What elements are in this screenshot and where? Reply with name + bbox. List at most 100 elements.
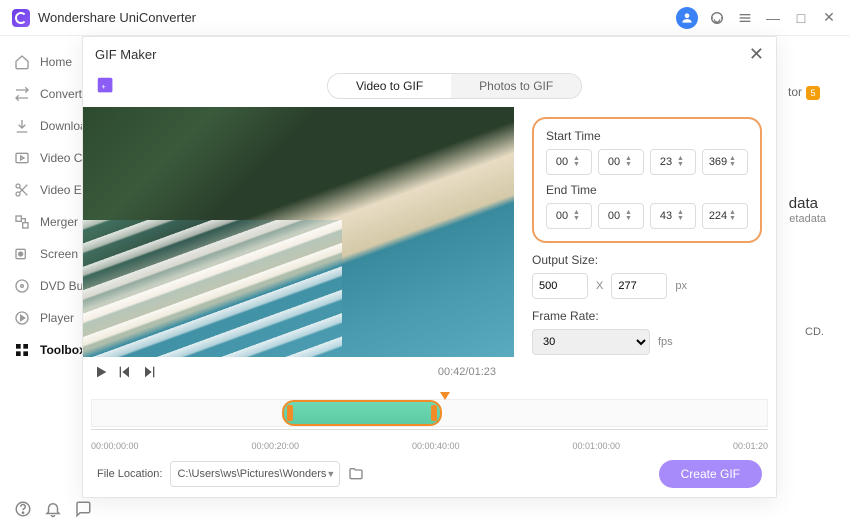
app-logo-icon <box>12 9 30 27</box>
timeline-track[interactable] <box>91 399 768 427</box>
end-seconds-stepper[interactable]: ▲▼ <box>650 203 696 229</box>
chevron-down-icon: ▼ <box>326 469 335 479</box>
minimize-button[interactable]: — <box>764 9 782 27</box>
output-height-input[interactable] <box>611 273 667 299</box>
file-location-select[interactable]: C:\Users\ws\Pictures\Wonders ▼ <box>170 461 340 487</box>
time-range-box: Start Time ▲▼ ▲▼ ▲▼ ▲▼ End Time ▲▼ ▲▼ ▲▼… <box>532 117 762 243</box>
start-time-label: Start Time <box>546 129 748 143</box>
output-size-label: Output Size: <box>532 253 762 267</box>
start-ms-stepper[interactable]: ▲▼ <box>702 149 748 175</box>
start-minutes-input[interactable] <box>603 156 625 168</box>
end-ms-input[interactable] <box>707 210 729 222</box>
disc-icon <box>14 278 30 294</box>
file-location-label: File Location: <box>97 468 162 480</box>
end-ms-stepper[interactable]: ▲▼ <box>702 203 748 229</box>
next-frame-button[interactable] <box>141 364 157 380</box>
create-gif-button[interactable]: Create GIF <box>659 460 762 488</box>
time-counter: 00:42/01:23 <box>438 366 496 378</box>
bg-text-etadata: etadata <box>789 213 826 225</box>
sidebar-item-merger[interactable]: Merger <box>0 206 86 238</box>
bg-text: tor5 <box>788 85 820 100</box>
sidebar-item-label: Toolbox <box>40 343 86 357</box>
end-minutes-stepper[interactable]: ▲▼ <box>598 203 644 229</box>
end-hours-input[interactable] <box>551 210 573 222</box>
titlebar: Wondershare UniConverter — □ ✕ <box>0 0 850 36</box>
convert-icon <box>14 86 30 102</box>
sidebar-item-label: Player <box>40 311 74 325</box>
maximize-button[interactable]: □ <box>792 9 810 27</box>
start-hours-input[interactable] <box>551 156 573 168</box>
output-unit: px <box>675 280 687 292</box>
tick-label: 00:01:00:00 <box>572 441 620 451</box>
menu-icon[interactable] <box>736 9 754 27</box>
frame-rate-select[interactable]: 30 <box>532 329 650 355</box>
app-title: Wondershare UniConverter <box>38 10 676 25</box>
sidebar-item-dvd[interactable]: DVD Burner <box>0 270 86 302</box>
sidebar-item-toolbox[interactable]: Toolbox <box>0 334 86 366</box>
x-separator: X <box>596 280 603 292</box>
start-seconds-stepper[interactable]: ▲▼ <box>650 149 696 175</box>
output-width-input[interactable] <box>532 273 588 299</box>
file-path-text: C:\Users\ws\Pictures\Wonders <box>177 468 326 480</box>
bell-icon[interactable] <box>44 500 62 518</box>
play-icon <box>14 310 30 326</box>
modal-title: GIF Maker <box>95 47 749 62</box>
sidebar-item-compressor[interactable]: Video Compressor <box>0 142 86 174</box>
home-icon <box>14 54 30 70</box>
tick-label: 00:00:20:00 <box>251 441 299 451</box>
play-button[interactable] <box>93 364 109 380</box>
frame-rate-unit: fps <box>658 336 673 348</box>
start-ms-input[interactable] <box>707 156 729 168</box>
frame-rate-label: Frame Rate: <box>532 309 762 323</box>
tab-photos-to-gif[interactable]: Photos to GIF <box>451 74 581 98</box>
bg-text-cd: CD. <box>805 326 824 338</box>
sidebar-item-converter[interactable]: Converter <box>0 78 86 110</box>
selection-start-handle[interactable] <box>287 405 293 421</box>
sidebar-item-downloader[interactable]: Downloader <box>0 110 86 142</box>
count-badge: 5 <box>806 86 820 100</box>
close-icon[interactable]: ✕ <box>749 44 764 65</box>
timeline-selection[interactable] <box>282 400 442 426</box>
tick-label: 00:01:20 <box>733 441 768 451</box>
user-avatar[interactable] <box>676 7 698 29</box>
selection-end-handle[interactable] <box>431 405 437 421</box>
sidebar-item-editor[interactable]: Video Editor <box>0 174 86 206</box>
sidebar-item-player[interactable]: Player <box>0 302 86 334</box>
timeline: 00:00:00:00 00:00:20:00 00:00:40:00 00:0… <box>83 393 776 451</box>
gif-tool-icon: + <box>95 75 117 97</box>
svg-text:+: + <box>101 82 105 91</box>
timeline-ticks: 00:00:00:00 00:00:20:00 00:00:40:00 00:0… <box>91 437 768 451</box>
sidebar-item-recorder[interactable]: Screen Recorder <box>0 238 86 270</box>
gif-maker-modal: GIF Maker ✕ + Video to GIF Photos to GIF <box>82 36 777 498</box>
tick-label: 00:00:00:00 <box>91 441 139 451</box>
close-button[interactable]: ✕ <box>820 9 838 27</box>
end-minutes-input[interactable] <box>603 210 625 222</box>
sidebar: Home Converter Downloader Video Compress… <box>0 36 86 491</box>
merge-icon <box>14 214 30 230</box>
support-icon[interactable] <box>708 9 726 27</box>
sidebar-item-label: Home <box>40 55 72 69</box>
prev-frame-button[interactable] <box>117 364 133 380</box>
start-hours-stepper[interactable]: ▲▼ <box>546 149 592 175</box>
end-seconds-input[interactable] <box>655 210 677 222</box>
open-folder-icon[interactable] <box>348 466 364 482</box>
video-preview[interactable] <box>83 107 514 357</box>
start-minutes-stepper[interactable]: ▲▼ <box>598 149 644 175</box>
grid-icon <box>14 342 30 358</box>
sidebar-item-home[interactable]: Home <box>0 46 86 78</box>
end-hours-stepper[interactable]: ▲▼ <box>546 203 592 229</box>
tick-label: 00:00:40:00 <box>412 441 460 451</box>
tab-video-to-gif[interactable]: Video to GIF <box>328 74 451 98</box>
end-time-label: End Time <box>546 183 748 197</box>
help-icon[interactable] <box>14 500 32 518</box>
start-seconds-input[interactable] <box>655 156 677 168</box>
scissors-icon <box>14 182 30 198</box>
mode-tabs: Video to GIF Photos to GIF <box>327 73 582 99</box>
playbar: 00:42/01:23 <box>83 357 514 387</box>
feedback-icon[interactable] <box>74 500 92 518</box>
playhead-icon[interactable] <box>440 392 450 400</box>
bg-text-data: data <box>789 195 818 212</box>
record-icon <box>14 246 30 262</box>
download-icon <box>14 118 30 134</box>
sidebar-item-label: Merger <box>40 215 78 229</box>
